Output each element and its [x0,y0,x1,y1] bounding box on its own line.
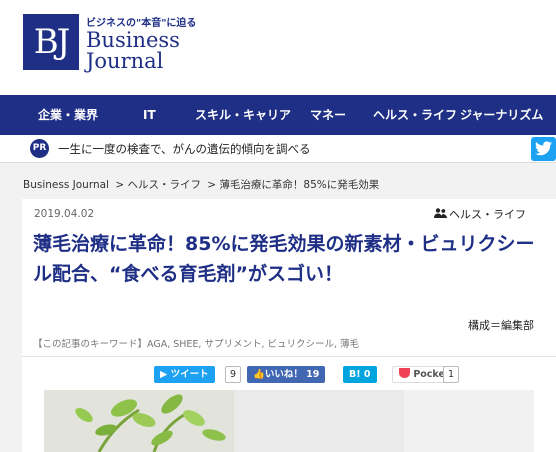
logo-name-line1: Business [86,28,180,52]
plant-photo [44,390,534,452]
logo-mark[interactable]: BJ [23,14,79,70]
pr-ticker-link[interactable]: 一生に一度の検査で、がんの遺伝的傾向を調べる [58,141,311,157]
like-count: 19 [306,369,320,380]
logo-name-line2: Journal [86,49,164,73]
breadcrumb-home[interactable]: Business Journal [23,179,109,191]
twitter-icon: ▶ [160,369,168,380]
facebook-like-button[interactable]: 👍いいね！ 19 [247,366,326,383]
nav-item-industry[interactable]: 企業・業界 [38,95,98,135]
pocket-icon [399,368,410,378]
article-title: 薄毛治療に革命！85%に発毛効果の新素材・ビュリクシール配合、“食べる育毛剤”が… [33,233,535,285]
nav-item-skill-career[interactable]: スキル・キャリア [195,95,291,135]
pr-badge: PR [30,139,49,158]
tweet-count: 9 [225,366,242,383]
tweet-button[interactable]: ▶ ツイート [154,366,215,383]
article-category[interactable]: ヘルス・ライフ [434,206,526,222]
users-icon [434,208,447,221]
logo-name[interactable]: Business Journal [86,30,196,72]
article-date: 2019.04.02 [34,208,95,220]
breadcrumb-category[interactable]: > ヘルス・ライフ [115,179,201,191]
share-bar: ▶ ツイート 9 👍いいね！ 19 B! 0 Pocket 1 [22,356,556,390]
content-area: Business Journal > ヘルス・ライフ > 薄毛治療に革命！85%… [0,163,556,452]
hatena-bookmark-button[interactable]: B! 0 [343,366,377,383]
nav-item-it[interactable]: IT [143,95,156,135]
article-category-label: ヘルス・ライフ [449,208,526,221]
nav-item-money[interactable]: マネー [310,95,346,135]
article-keywords[interactable]: 【この記事のキーワード】AGA, SHEE, サプリメント, ビュリクシール, … [33,336,359,350]
nav-item-health-life[interactable]: ヘルス・ライフ [373,95,457,135]
pocket-count: 1 [443,366,460,383]
nav-item-journalism[interactable]: ジャーナリズム [460,95,543,135]
article-author: 構成＝編集部 [468,319,534,332]
article-hero-image [44,390,534,452]
thumbs-up-icon: 👍 [253,369,265,380]
article-card: 2019.04.02 ヘルス・ライフ 薄毛治療に革命！85%に発毛効果の新素材・… [22,199,556,452]
breadcrumb-current: > 薄毛治療に革命！85%に発毛効果 [207,179,380,191]
pr-ticker: PR 一生に一度の検査で、がんの遺伝的傾向を調べる [0,135,556,163]
site-header: BJ ビジネスの"本音"に迫る Business Journal [0,0,556,95]
like-label: いいね！ [264,369,303,380]
breadcrumb: Business Journal > ヘルス・ライフ > 薄毛治療に革命！85%… [23,177,382,192]
main-nav: 企業・業界 IT スキル・キャリア マネー ヘルス・ライフ ジャーナリズム [0,95,556,135]
twitter-icon [535,141,552,156]
tweet-label: ツイート [170,369,209,380]
twitter-follow-button[interactable] [531,137,556,161]
logo-tagline: ビジネスの"本音"に迫る [86,18,197,29]
